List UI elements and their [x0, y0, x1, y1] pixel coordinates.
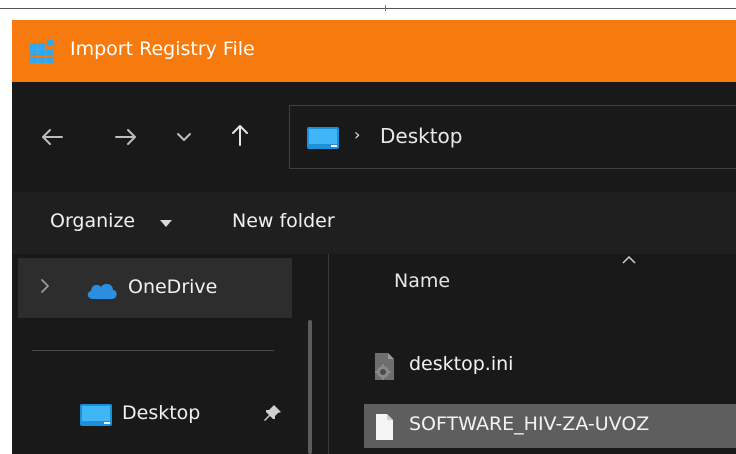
back-button[interactable]	[32, 117, 72, 157]
command-bar: Organize New folder	[12, 192, 736, 254]
navigation-pane: OneDrive Desktop	[12, 254, 332, 454]
arrow-right-icon	[115, 129, 136, 145]
window-title: Import Registry File	[70, 38, 255, 60]
chevron-down-icon	[177, 133, 191, 141]
column-header-name[interactable]: Name	[394, 270, 450, 292]
caret-down-icon[interactable]	[160, 220, 172, 227]
new-folder-button[interactable]: New folder	[232, 210, 335, 232]
up-button[interactable]	[220, 115, 260, 155]
recent-locations-button[interactable]	[164, 117, 204, 157]
settings-file-icon	[375, 353, 394, 380]
import-registry-dialog: Import Registry File › Desktop Organize …	[12, 20, 736, 454]
background-tick	[385, 5, 386, 11]
desktop-folder-icon	[80, 404, 112, 426]
cloud-icon	[87, 283, 117, 299]
nav-item-onedrive[interactable]: OneDrive	[18, 258, 292, 318]
nav-item-desktop[interactable]: Desktop	[122, 402, 200, 424]
background-divider	[0, 8, 736, 9]
sort-ascending-icon	[622, 256, 636, 264]
pane-splitter[interactable]	[328, 254, 329, 454]
file-name: desktop.ini	[409, 353, 514, 375]
arrow-up-icon	[232, 125, 248, 146]
arrow-left-icon	[42, 129, 63, 145]
title-bar[interactable]: Import Registry File	[12, 20, 736, 82]
chevron-right-icon[interactable]	[40, 278, 50, 294]
desktop-folder-icon	[307, 127, 339, 149]
file-row-software-hiv-za-uvoz[interactable]: SOFTWARE_HIV-ZA-UVOZ	[364, 404, 736, 448]
background-window-edge	[0, 0, 736, 20]
file-list: Name desktop.ini SOFTWARE_HIV-ZA-UVOZ	[332, 254, 736, 454]
nav-pane-divider	[32, 350, 274, 351]
address-bar[interactable]: › Desktop	[289, 105, 736, 169]
file-name: SOFTWARE_HIV-ZA-UVOZ	[409, 413, 650, 435]
breadcrumb-separator: ›	[354, 125, 361, 144]
registry-app-icon	[30, 39, 55, 63]
blank-file-icon	[376, 414, 393, 440]
forward-button[interactable]	[106, 117, 146, 157]
file-row-desktop-ini[interactable]: desktop.ini	[364, 344, 736, 388]
nav-pane-scrollbar[interactable]	[308, 320, 312, 454]
nav-item-label: OneDrive	[128, 276, 218, 298]
organize-button[interactable]: Organize	[50, 210, 135, 232]
pin-icon	[264, 405, 281, 421]
breadcrumb-desktop[interactable]: Desktop	[380, 124, 462, 148]
